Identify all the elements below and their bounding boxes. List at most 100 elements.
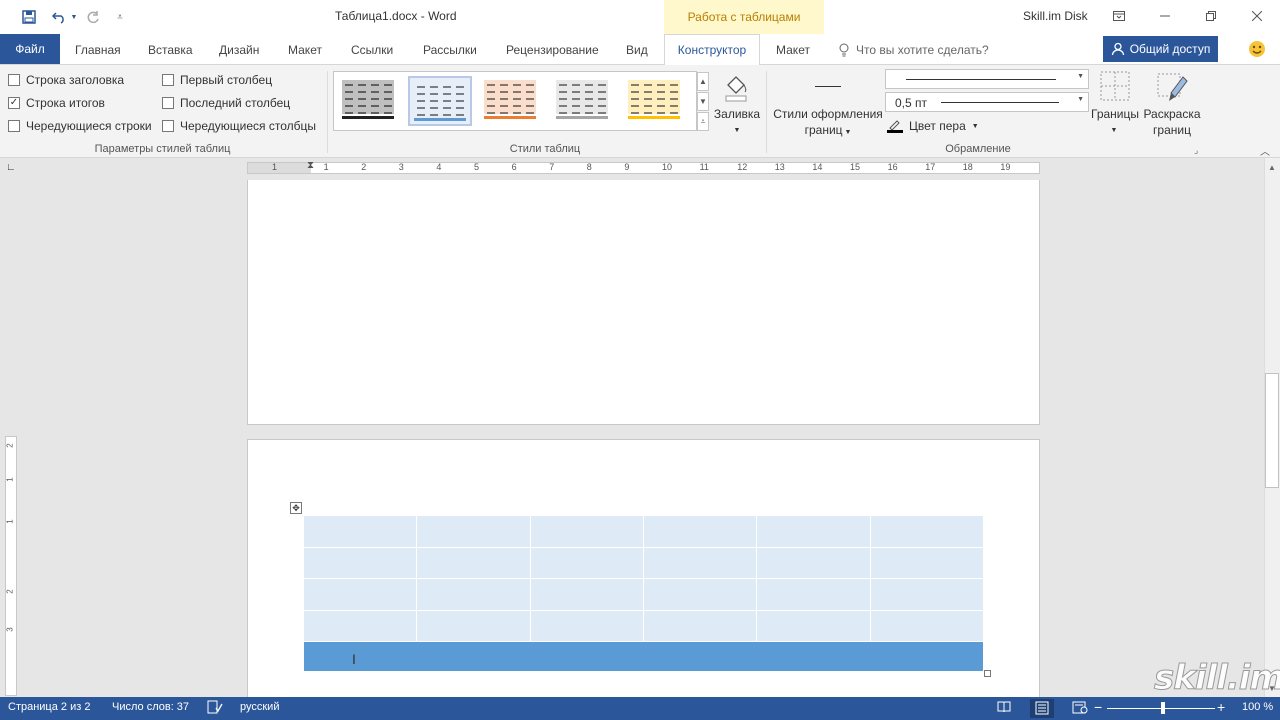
account-name[interactable]: Skill.im Disk [1023,9,1088,23]
table-cell[interactable] [643,547,758,578]
table-cell[interactable] [417,547,531,578]
table-cell[interactable] [304,516,418,547]
banded-columns-option[interactable]: Чередующиеся столбцы [162,119,316,133]
table-row[interactable] [304,579,983,610]
table-cell[interactable] [870,579,983,610]
table-style-thumb-1[interactable] [338,76,402,126]
table-cell[interactable] [643,642,757,671]
border-styles-label-1[interactable]: Стили оформления [770,107,886,122]
customize-toolbar-icon[interactable]: ⩡ [114,8,126,26]
border-painter-icon[interactable] [1157,71,1189,103]
tab-home[interactable]: Главная [75,43,121,57]
border-painter-label-2[interactable]: границ [1142,123,1202,138]
tab-file[interactable]: Файл [0,34,60,64]
banded-rows-checkbox[interactable] [8,120,20,132]
gallery-up-icon[interactable]: ▲ [697,72,709,91]
table-cell[interactable] [870,610,983,641]
table-cell[interactable] [757,579,871,610]
borders-dialog-launcher-icon[interactable]: ⌟ [1194,145,1198,156]
table-cell[interactable] [417,610,531,641]
last-column-option[interactable]: Последний столбец [162,96,290,110]
header-row-checkbox[interactable] [8,74,20,86]
table-cell[interactable] [643,516,758,547]
borders-label[interactable]: Границы [1088,107,1142,122]
table-style-thumb-5[interactable] [624,76,688,126]
table-cell[interactable] [756,642,870,671]
table-total-row[interactable] [304,642,984,671]
undo-dropdown-icon[interactable]: ▼ [70,8,78,26]
tab-table-layout[interactable]: Макет [776,43,810,57]
table-cell[interactable] [870,547,983,578]
border-styles-label-2[interactable]: границ ▼ [800,123,856,140]
borders-dropdown-icon[interactable]: ▼ [1109,123,1119,138]
borders-grid-icon[interactable] [1100,71,1130,101]
page-counter[interactable]: Страница 2 из 2 [8,701,90,713]
table-cell[interactable] [757,547,871,578]
table-cell[interactable] [417,642,531,671]
table-style-thumb-3[interactable] [480,76,544,126]
table-style-thumb-2[interactable] [408,76,472,126]
table-cell[interactable] [304,547,418,578]
gallery-down-icon[interactable]: ▼ [697,92,709,111]
collapse-ribbon-icon[interactable]: ︿ [1260,143,1270,158]
shading-bucket-icon[interactable] [720,71,752,103]
last-column-checkbox[interactable] [162,97,174,109]
word-count[interactable]: Число слов: 37 [112,701,189,713]
minimize-icon[interactable] [1154,6,1176,26]
table-cell[interactable] [530,579,644,610]
zoom-in-icon[interactable]: + [1217,699,1225,715]
total-row-checkbox[interactable]: ✓ [8,97,20,109]
table-cell[interactable] [530,642,644,671]
page-1[interactable] [247,180,1040,425]
restore-icon[interactable] [1200,6,1222,26]
tab-insert[interactable]: Вставка [148,43,193,57]
tab-layout[interactable]: Макет [288,43,322,57]
tab-mailings[interactable]: Рассылки [423,43,477,57]
table-row[interactable] [304,610,983,641]
table-cell[interactable] [757,610,871,641]
read-mode-icon[interactable] [997,701,1011,716]
tab-review[interactable]: Рецензирование [506,43,599,57]
print-layout-icon[interactable] [1030,699,1054,718]
gallery-more-icon[interactable]: ⩡ [697,112,709,131]
proofing-icon[interactable] [207,700,223,717]
table-cell[interactable] [304,579,418,610]
scroll-up-icon[interactable]: ▲ [1264,160,1280,174]
horizontal-ruler[interactable]: 1 1 2 3 4 5 6 7 8 9 10 11 12 13 14 15 16 17 18 19 ⧗ [247,160,1040,174]
zoom-out-icon[interactable]: − [1094,699,1102,715]
redo-icon[interactable] [84,8,102,26]
indent-marker-icon[interactable]: ⧗ [307,160,314,171]
banded-rows-option[interactable]: Чередующиеся строки [8,119,152,133]
pen-color-button[interactable]: Цвет пера ▼ [887,119,979,133]
table-cell[interactable] [304,642,418,671]
border-painter-label-1[interactable]: Раскраска [1142,107,1202,122]
zoom-level[interactable]: 100 % [1242,701,1273,713]
table-cell[interactable] [757,516,871,547]
tab-design[interactable]: Дизайн [219,43,259,57]
web-layout-icon[interactable] [1072,701,1088,717]
pen-weight-dropdown[interactable]: 0,5 пт ▼ [885,92,1089,112]
table-cell[interactable] [869,642,984,671]
table-resize-handle[interactable] [984,670,991,677]
first-column-checkbox[interactable] [162,74,174,86]
table-cell[interactable] [643,579,758,610]
table-cell[interactable] [417,516,531,547]
tab-references[interactable]: Ссылки [351,43,393,57]
scrollbar-thumb[interactable] [1265,373,1279,488]
total-row-option[interactable]: ✓ Строка итогов [8,96,105,110]
shading-dropdown-icon[interactable]: ▼ [732,123,742,138]
tell-me-search[interactable]: Что вы хотите сделать? [838,43,989,57]
vertical-ruler[interactable]: 2 1 1 2 3 [5,436,17,696]
border-styles-icon[interactable] [815,86,841,87]
table-move-handle-icon[interactable]: ✥ [290,502,302,514]
tab-selector-icon[interactable]: ∟ [6,162,18,174]
share-button[interactable]: Общий доступ [1103,36,1218,62]
table-style-thumb-4[interactable] [552,76,616,126]
table-cell[interactable] [870,516,983,547]
language-indicator[interactable]: русский [240,701,279,713]
table-row[interactable] [304,516,983,547]
table-cell[interactable] [304,610,418,641]
table-row[interactable] [304,547,983,578]
ribbon-display-options-icon[interactable] [1108,6,1130,26]
first-column-option[interactable]: Первый столбец [162,73,272,87]
